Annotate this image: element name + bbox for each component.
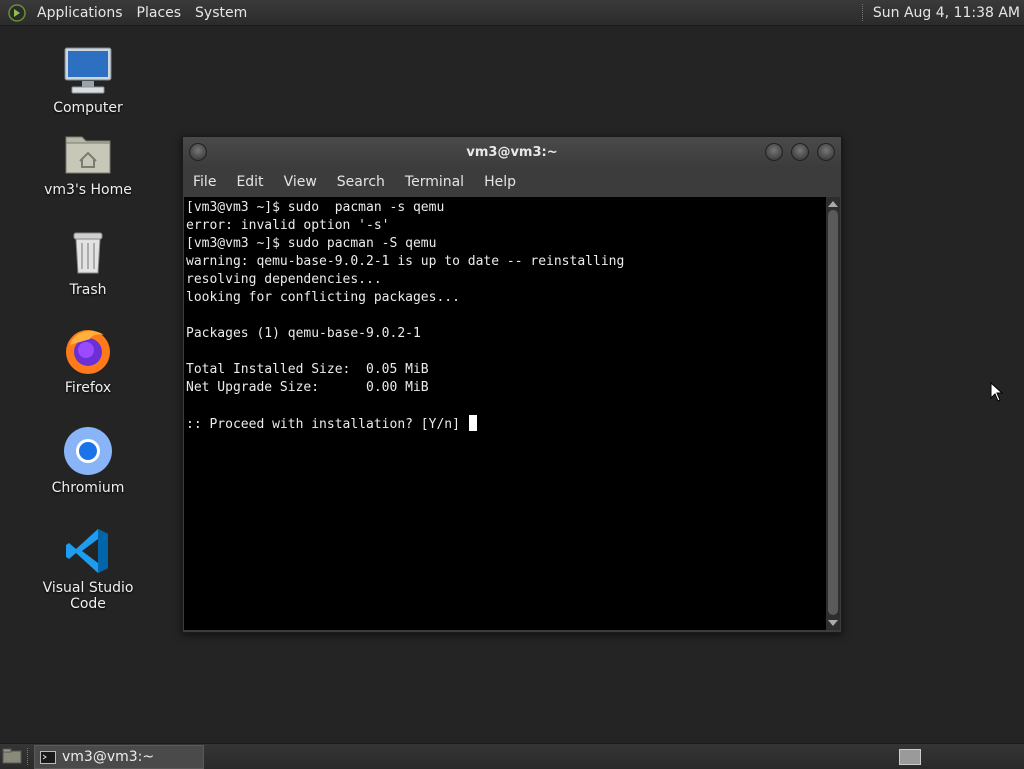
terminal-scrollbar[interactable] — [826, 197, 840, 630]
taskbar-item-label: vm3@vm3:~ — [62, 749, 155, 765]
desktop-icon-label: Trash — [69, 282, 107, 298]
menu-file[interactable]: File — [183, 174, 226, 190]
clock[interactable]: Sun Aug 4, 11:38 AM — [873, 5, 1024, 21]
bottom-panel: vm3@vm3:~ — [0, 743, 1024, 769]
menu-help[interactable]: Help — [474, 174, 526, 190]
menu-edit[interactable]: Edit — [226, 174, 273, 190]
show-desktop-icon[interactable] — [2, 748, 22, 764]
scrollbar-thumb[interactable] — [828, 210, 838, 615]
mouse-pointer-icon — [990, 382, 1004, 402]
terminal-line: Net Upgrade Size: 0.00 MiB — [186, 380, 429, 395]
system-menu[interactable]: System — [188, 5, 254, 21]
terminal-menubar: File Edit View Search Terminal Help — [183, 167, 841, 197]
menu-terminal[interactable]: Terminal — [395, 174, 474, 190]
desktop-icon-home[interactable]: vm3's Home — [28, 127, 148, 198]
terminal-line: [vm3@vm3 ~]$ sudo pacman -S qemu — [186, 236, 437, 251]
panel-separator — [861, 4, 865, 21]
desktop-icon-label: vm3's Home — [44, 182, 132, 198]
window-title: vm3@vm3:~ — [466, 144, 558, 160]
minimize-button[interactable] — [765, 143, 783, 161]
taskbar-item-terminal[interactable]: vm3@vm3:~ — [34, 745, 204, 769]
desktop-icon-vscode[interactable]: Visual Studio Code — [28, 525, 148, 612]
desktop-icon-label: Firefox — [64, 380, 112, 396]
menu-search[interactable]: Search — [327, 174, 395, 190]
window-titlebar[interactable]: vm3@vm3:~ — [183, 137, 841, 167]
desktop-icon-firefox[interactable]: Firefox — [28, 325, 148, 396]
text-cursor — [468, 415, 477, 431]
terminal-window[interactable]: vm3@vm3:~ File Edit View Search Terminal… — [182, 136, 842, 633]
desktop-icon-label: Chromium — [51, 480, 125, 496]
computer-icon — [64, 47, 112, 94]
terminal-prompt-line: :: Proceed with installation? [Y/n] — [186, 417, 468, 432]
home-folder-icon — [65, 136, 111, 174]
terminal-output[interactable]: [vm3@vm3 ~]$ sudo pacman -s qemu error: … — [184, 197, 826, 630]
close-button[interactable] — [817, 143, 835, 161]
terminal-line: Total Installed Size: 0.05 MiB — [186, 362, 429, 377]
terminal-line: looking for conflicting packages... — [186, 290, 460, 305]
window-menu-button[interactable] — [189, 143, 207, 161]
trash-icon — [73, 232, 103, 274]
terminal-line: warning: qemu-base-9.0.2-1 is up to date… — [186, 254, 625, 269]
terminal-icon — [40, 750, 56, 764]
workspace-switcher[interactable] — [899, 749, 921, 765]
places-menu[interactable]: Places — [130, 5, 189, 21]
scroll-up-arrow-icon[interactable] — [828, 201, 838, 207]
desktop-icon-trash[interactable]: Trash — [28, 227, 148, 298]
desktop-icon-label: Visual Studio Code — [42, 580, 134, 612]
vscode-icon — [66, 529, 108, 573]
scroll-down-arrow-icon[interactable] — [828, 620, 838, 626]
chromium-icon — [64, 427, 112, 475]
terminal-line: resolving dependencies... — [186, 272, 382, 287]
terminal-line: [vm3@vm3 ~]$ sudo pacman -s qemu — [186, 200, 445, 215]
menu-view[interactable]: View — [274, 174, 327, 190]
mate-logo-icon[interactable] — [8, 3, 26, 22]
applications-menu[interactable]: Applications — [30, 5, 130, 21]
panel-separator — [27, 748, 30, 765]
terminal-line: error: invalid option '-s' — [186, 218, 390, 233]
top-panel: Applications Places System Sun Aug 4, 11… — [0, 0, 1024, 26]
terminal-line: Packages (1) qemu-base-9.0.2-1 — [186, 326, 421, 341]
desktop-icon-chromium[interactable]: Chromium — [28, 425, 148, 496]
desktop-icon-label: Computer — [53, 100, 123, 116]
firefox-icon — [66, 330, 110, 374]
maximize-button[interactable] — [791, 143, 809, 161]
desktop-icon-computer[interactable]: Computer — [28, 45, 148, 116]
